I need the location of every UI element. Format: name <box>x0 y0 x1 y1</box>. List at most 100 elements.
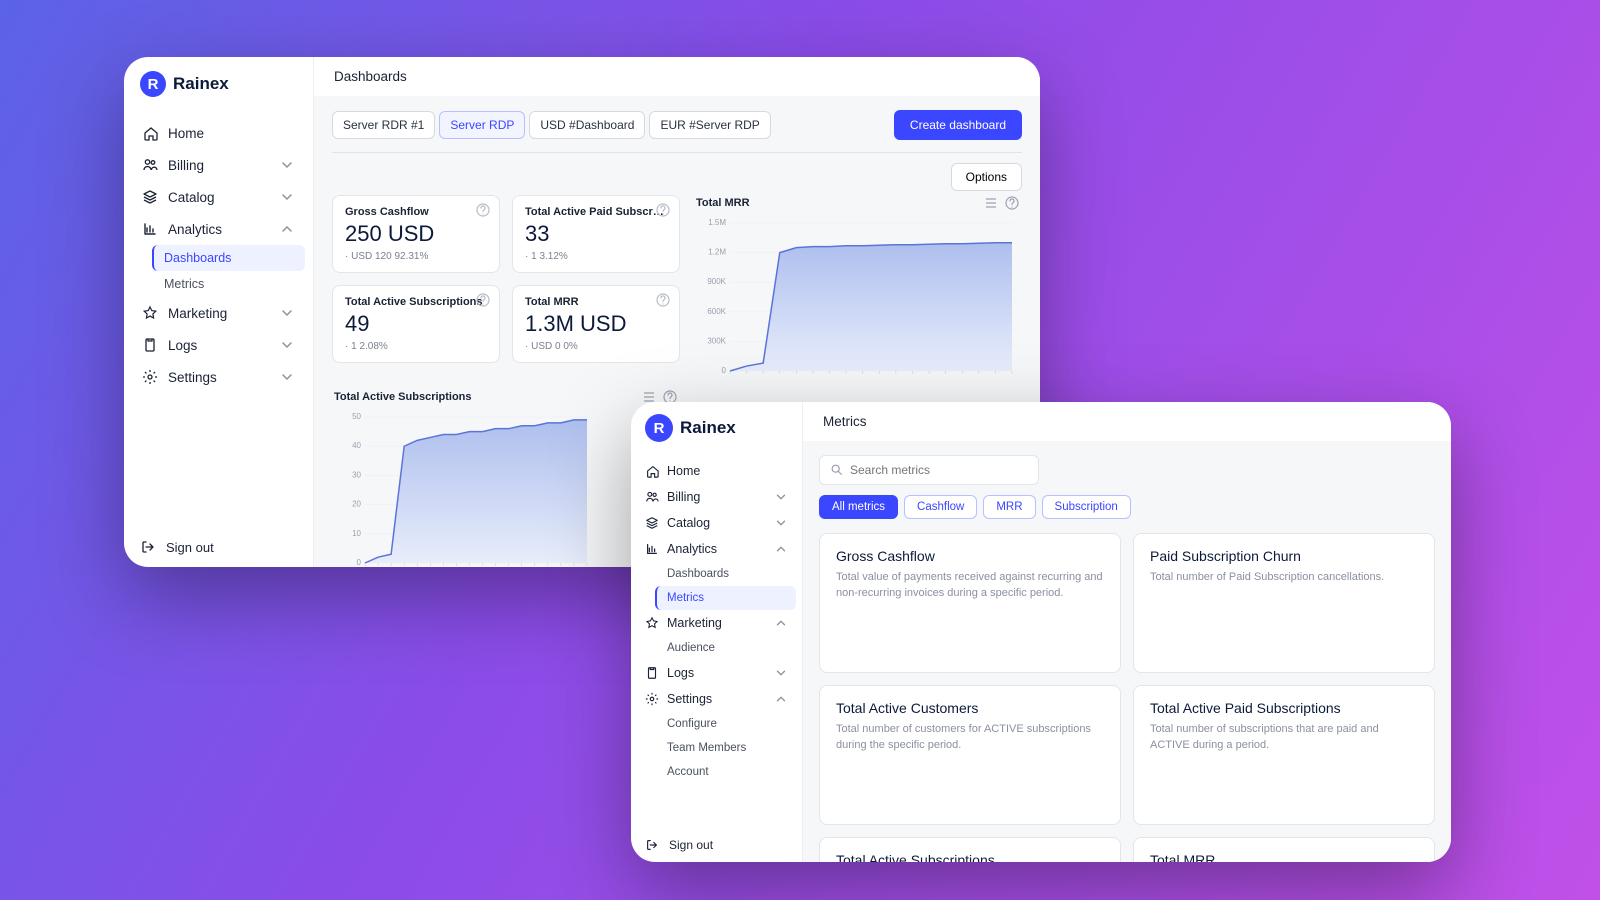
create-dashboard-button[interactable]: Create dashboard <box>894 110 1022 140</box>
options-button[interactable]: Options <box>951 163 1022 191</box>
sidebar-item-logs[interactable]: Logs <box>132 329 305 361</box>
signout-button[interactable]: Sign out <box>631 828 802 862</box>
svg-text:300K: 300K <box>707 336 726 345</box>
marketing-icon <box>142 305 158 321</box>
kpi-value: 250 USD <box>345 221 487 247</box>
label: Marketing <box>667 616 722 630</box>
layers-icon <box>142 189 158 205</box>
chart-title: Total Active Subscriptions <box>334 391 472 403</box>
sidebar-item-logs[interactable]: Logs <box>637 660 796 686</box>
label: Catalog <box>667 516 710 530</box>
dashboard-tab[interactable]: USD #Dashboard <box>529 111 645 139</box>
metric-card[interactable]: Total Active Customers Total number of c… <box>819 685 1121 825</box>
metric-card[interactable]: Paid Subscription Churn Total number of … <box>1133 533 1435 673</box>
logo-text: Rainex <box>173 74 229 94</box>
metrics-grid: Gross Cashflow Total value of payments r… <box>819 533 1435 862</box>
sidebar-sub-dashboards[interactable]: Dashboards <box>152 245 305 271</box>
kpi-value: 49 <box>345 311 487 337</box>
sidebar-item-settings[interactable]: Settings <box>637 686 796 712</box>
metric-card[interactable]: Total Active Subscriptions <box>819 837 1121 862</box>
kpi-card-active-subs[interactable]: Total Active Subscriptions 49 · 1 2.08% <box>332 285 500 363</box>
chevron-up-icon <box>774 692 788 706</box>
help-icon[interactable] <box>1004 195 1020 211</box>
logo: R Rainex <box>631 402 802 454</box>
sidebar-item-home[interactable]: Home <box>637 458 796 484</box>
label: Logs <box>168 338 197 353</box>
metrics-content: All metrics Cashflow MRR Subscription Gr… <box>803 441 1451 862</box>
sidebar-item-billing[interactable]: Billing <box>132 149 305 181</box>
metric-desc: Total number of customers for ACTIVE sub… <box>836 722 1104 754</box>
divider <box>332 152 1022 153</box>
sidebar-sub-team[interactable]: Team Members <box>657 736 796 760</box>
breadcrumb: Dashboards <box>314 57 1040 96</box>
kpi-value: 33 <box>525 221 667 247</box>
kpi-value: 1.3M USD <box>525 311 667 337</box>
metric-title: Gross Cashflow <box>836 548 1104 564</box>
help-icon[interactable] <box>655 292 671 311</box>
metric-title: Total Active Paid Subscriptions <box>1150 700 1418 716</box>
label: Analytics <box>667 542 717 556</box>
label: Logs <box>667 666 694 680</box>
dashboard-tab[interactable]: Server RDR #1 <box>332 111 435 139</box>
svg-text:50: 50 <box>352 412 361 421</box>
svg-text:900K: 900K <box>707 277 726 286</box>
signout-button[interactable]: Sign out <box>124 527 313 567</box>
filter-chip-mrr[interactable]: MRR <box>983 495 1035 519</box>
sidebar-item-analytics[interactable]: Analytics <box>132 213 305 245</box>
svg-text:40: 40 <box>352 441 361 450</box>
kpi-row: Total Active Subscriptions 49 · 1 2.08% … <box>332 285 680 363</box>
dashboard-tab[interactable]: EUR #Server RDP <box>649 111 770 139</box>
kpi-card-active-paid-subs[interactable]: Total Active Paid Subscr… 33 · 1 3.12% <box>512 195 680 273</box>
sidebar-sub-metrics[interactable]: Metrics <box>154 271 305 297</box>
sidebar-item-home[interactable]: Home <box>132 117 305 149</box>
chevron-down-icon <box>279 157 295 173</box>
filter-chip-all[interactable]: All metrics <box>819 495 898 519</box>
kpi-column: Gross Cashflow 250 USD · USD 120 92.31% … <box>332 195 680 567</box>
nav: Home Billing Catalog Analytics Dashboard… <box>124 111 313 527</box>
search-box[interactable] <box>819 455 1039 485</box>
filter-row: All metrics Cashflow MRR Subscription <box>819 495 1435 519</box>
metric-card[interactable]: Total MRR <box>1133 837 1435 862</box>
chevron-up-icon <box>774 542 788 556</box>
sidebar-sub-metrics[interactable]: Metrics <box>655 586 796 610</box>
sidebar-sub-audience[interactable]: Audience <box>657 636 796 660</box>
marketing-submenu: Audience <box>637 636 796 660</box>
kpi-card-gross-cashflow[interactable]: Gross Cashflow 250 USD · USD 120 92.31% <box>332 195 500 273</box>
marketing-icon <box>645 616 659 630</box>
label: Marketing <box>168 306 227 321</box>
label: Sign out <box>669 838 713 852</box>
sidebar-item-settings[interactable]: Settings <box>132 361 305 393</box>
logo-mark: R <box>140 71 166 97</box>
sidebar-item-catalog[interactable]: Catalog <box>637 510 796 536</box>
chevron-up-icon <box>774 616 788 630</box>
metric-card[interactable]: Total Active Paid Subscriptions Total nu… <box>1133 685 1435 825</box>
help-icon[interactable] <box>655 202 671 221</box>
dashboard-tab[interactable]: Server RDP <box>439 111 525 139</box>
signout-icon <box>140 539 156 555</box>
filter-chip-subscription[interactable]: Subscription <box>1042 495 1131 519</box>
metric-card[interactable]: Gross Cashflow Total value of payments r… <box>819 533 1121 673</box>
help-icon[interactable] <box>475 202 491 221</box>
sidebar-item-marketing[interactable]: Marketing <box>132 297 305 329</box>
kpi-title: Total MRR <box>525 296 667 308</box>
logs-icon <box>142 337 158 353</box>
label: Home <box>667 464 700 478</box>
menu-icon[interactable] <box>984 195 1000 211</box>
sidebar-item-marketing[interactable]: Marketing <box>637 610 796 636</box>
chart-header: Total Active Subscriptions <box>332 389 680 411</box>
chart-mrr: 0300K600K900K1.2M1.5M <box>694 217 1022 389</box>
sidebar-item-billing[interactable]: Billing <box>637 484 796 510</box>
metric-title: Paid Subscription Churn <box>1150 548 1418 564</box>
kpi-card-total-mrr[interactable]: Total MRR 1.3M USD · USD 0 0% <box>512 285 680 363</box>
sidebar-sub-account[interactable]: Account <box>657 760 796 784</box>
svg-text:20: 20 <box>352 500 361 509</box>
sidebar-sub-dashboards[interactable]: Dashboards <box>657 562 796 586</box>
sidebar-item-analytics[interactable]: Analytics <box>637 536 796 562</box>
metric-title: Total Active Customers <box>836 700 1104 716</box>
filter-chip-cashflow[interactable]: Cashflow <box>904 495 977 519</box>
search-input[interactable] <box>850 463 1028 477</box>
sidebar-item-catalog[interactable]: Catalog <box>132 181 305 213</box>
sidebar-sub-configure[interactable]: Configure <box>657 712 796 736</box>
metric-desc: Total value of payments received against… <box>836 570 1104 602</box>
help-icon[interactable] <box>475 292 491 311</box>
